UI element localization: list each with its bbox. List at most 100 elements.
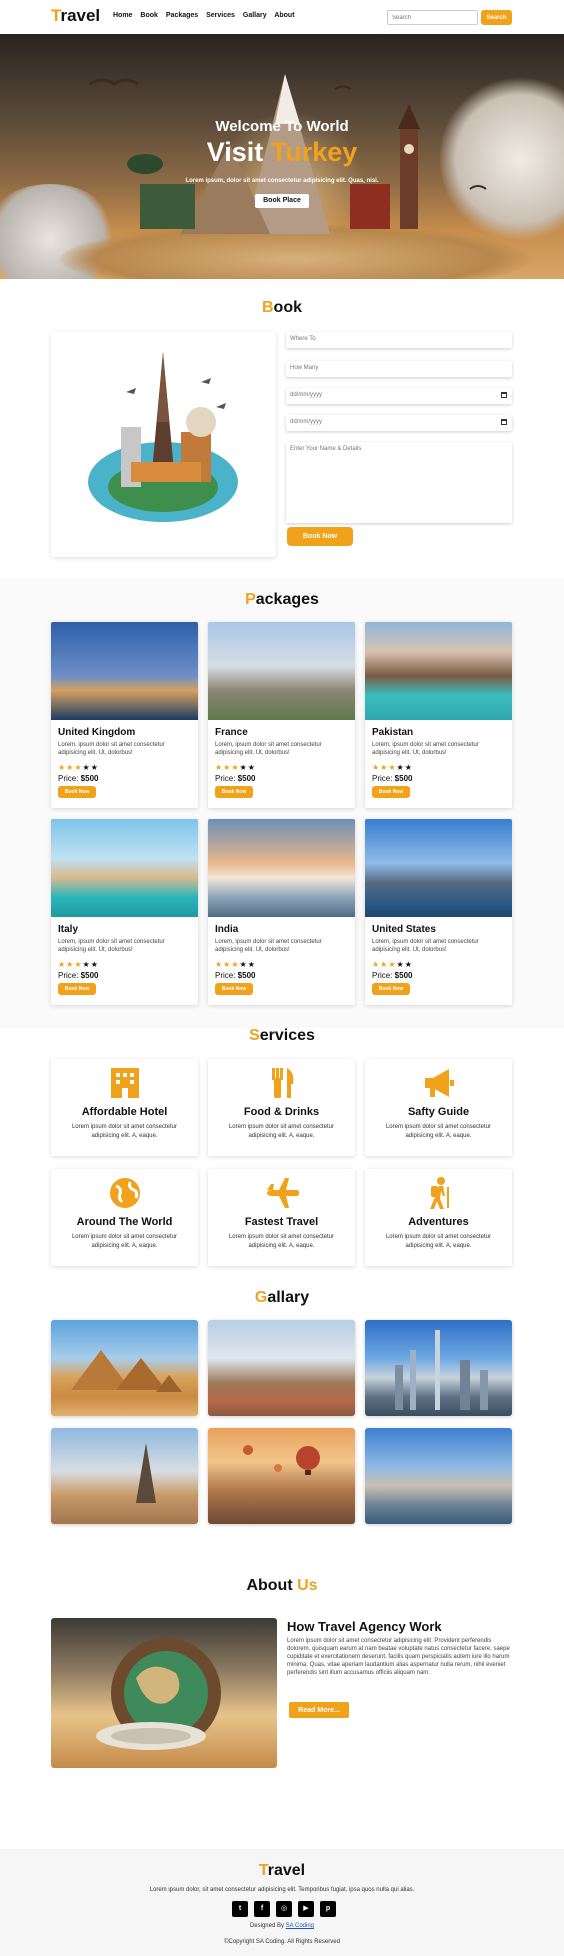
package-price: Price: $500: [58, 774, 99, 783]
book-illustration: [51, 332, 276, 557]
package-price: Price: $500: [215, 971, 256, 980]
about-heading: How Travel Agency Work: [287, 1619, 442, 1634]
package-card-italy: Italy Lorem, ipsum dolor sit amet consec…: [51, 819, 198, 1005]
service-description: Lorem ipsum dolor sit amet consectetur a…: [228, 1234, 335, 1249]
gallery-image-pyramids[interactable]: [51, 1320, 198, 1416]
pinterest-icon[interactable]: p: [320, 1901, 336, 1917]
youtube-icon[interactable]: ▶: [298, 1901, 314, 1917]
package-description: Lorem, ipsum dolor sit amet consectetur …: [58, 742, 165, 756]
star-rating: ★★★★★: [58, 763, 99, 772]
book-place-button[interactable]: Book Place: [255, 194, 309, 208]
leaving-date-field[interactable]: dd/mm/yyyy: [286, 415, 512, 431]
nav-link-about[interactable]: About: [274, 12, 294, 19]
calendar-icon[interactable]: [501, 419, 507, 425]
service-card-affordable-hotel: Affordable Hotel Lorem ipsum dolor sit a…: [51, 1059, 198, 1156]
gallery-section-title: Gallary: [254, 1289, 310, 1306]
globe-icon: [110, 1178, 140, 1208]
package-price: Price: $500: [58, 971, 99, 980]
service-card-safty-guide: Safty Guide Lorem ipsum dolor sit amet c…: [365, 1059, 512, 1156]
star-rating: ★★★★★: [372, 763, 413, 772]
service-title: Affordable Hotel: [81, 1106, 168, 1118]
package-card-united-states: United States Lorem, ipsum dolor sit ame…: [365, 819, 512, 1005]
details-textarea[interactable]: Enter Your Name & Details: [286, 442, 512, 523]
calendar-icon[interactable]: [501, 392, 507, 398]
nav-link-home[interactable]: Home: [113, 12, 132, 19]
package-title: United Kingdom: [58, 727, 136, 738]
about-paragraph: Lorem ipsum dolor sit amet consectetur a…: [287, 1638, 510, 1676]
gallery-image-city-bird[interactable]: [208, 1320, 355, 1416]
package-image: [365, 819, 512, 917]
package-book-button[interactable]: Book Now: [215, 983, 253, 995]
hiker-icon: [430, 1177, 449, 1209]
service-title: Food & Drinks: [243, 1106, 320, 1118]
logo[interactable]: Travel: [51, 6, 100, 26]
service-title: Around The World: [76, 1216, 173, 1228]
package-description: Lorem, ipsum dolor sit amet consectetur …: [215, 939, 322, 953]
package-card-france: France Lorem, ipsum dolor sit amet conse…: [208, 622, 355, 808]
package-title: India: [215, 924, 239, 935]
read-more-button[interactable]: Read More...: [289, 1702, 349, 1718]
designer-link[interactable]: SA Coding: [286, 1923, 314, 1929]
service-card-food-drinks: Food & Drinks Lorem ipsum dolor sit amet…: [208, 1059, 355, 1156]
package-image: [208, 622, 355, 720]
book-now-button[interactable]: Book Now: [287, 527, 353, 546]
service-description: Lorem ipsum dolor sit amet consectetur a…: [385, 1124, 492, 1139]
package-book-button[interactable]: Book Now: [58, 786, 96, 798]
twitter-icon[interactable]: t: [232, 1901, 248, 1917]
hero-description: Lorem ipsum, dolor sit amet consectetur …: [185, 178, 379, 184]
package-book-button[interactable]: Book Now: [215, 786, 253, 798]
search-input[interactable]: [387, 10, 478, 25]
package-description: Lorem, ipsum dolor sit amet consectetur …: [58, 939, 165, 953]
package-card-united-kingdom: United Kingdom Lorem, ipsum dolor sit am…: [51, 622, 198, 808]
services-section-title: Services: [249, 1027, 315, 1044]
package-price: Price: $500: [372, 774, 413, 783]
service-title: Safty Guide: [407, 1106, 470, 1118]
social-links: t f ◎ ▶ p: [232, 1901, 336, 1917]
where-to-field[interactable]: Where To: [286, 332, 512, 348]
nav-link-book[interactable]: Book: [140, 12, 158, 19]
search-button[interactable]: Search: [481, 10, 512, 25]
package-card-pakistan: Pakistan Lorem, ipsum dolor sit amet con…: [365, 622, 512, 808]
package-book-button[interactable]: Book Now: [372, 983, 410, 995]
nav-link-services[interactable]: Services: [206, 12, 235, 19]
service-title: Adventures: [408, 1216, 469, 1228]
service-card-fastest-travel: Fastest Travel Lorem ipsum dolor sit ame…: [208, 1169, 355, 1266]
nav-link-gallary[interactable]: Gallary: [243, 12, 267, 19]
package-description: Lorem, ipsum dolor sit amet consectetur …: [372, 939, 479, 953]
footer-logo: Travel: [258, 1862, 306, 1879]
star-rating: ★★★★★: [58, 960, 99, 969]
arrival-date-field[interactable]: dd/mm/yyyy: [286, 388, 512, 404]
package-title: United States: [372, 924, 436, 935]
nav-link-packages[interactable]: Packages: [166, 12, 198, 19]
instagram-icon[interactable]: ◎: [276, 1901, 292, 1917]
gallery-image-istanbul[interactable]: [365, 1428, 512, 1524]
service-card-adventures: Adventures Lorem ipsum dolor sit amet co…: [365, 1169, 512, 1266]
package-price: Price: $500: [372, 971, 413, 980]
gallery-image-skyline[interactable]: [365, 1320, 512, 1416]
star-rating: ★★★★★: [215, 960, 256, 969]
gallery-image-balloons[interactable]: [208, 1428, 355, 1524]
service-title: Fastest Travel: [244, 1216, 319, 1228]
package-title: France: [215, 727, 248, 738]
package-book-button[interactable]: Book Now: [58, 983, 96, 995]
navbar: Travel Home Book Packages Services Galla…: [0, 0, 564, 34]
footer-description: Lorem ipsum dolor, sit amet consectetur …: [149, 1887, 415, 1893]
package-image: [51, 819, 198, 917]
facebook-icon[interactable]: f: [254, 1901, 270, 1917]
hero-subtitle: Welcome To World: [215, 118, 349, 135]
package-image: [208, 819, 355, 917]
utensils-icon: [272, 1068, 294, 1098]
package-book-button[interactable]: Book Now: [372, 786, 410, 798]
packages-section-title: Packages: [245, 591, 319, 608]
package-card-india: India Lorem, ipsum dolor sit amet consec…: [208, 819, 355, 1005]
hotel-icon: [111, 1068, 139, 1098]
service-description: Lorem ipsum dolor sit amet consectetur a…: [385, 1234, 492, 1249]
service-description: Lorem ipsum dolor sit amet consectetur a…: [228, 1124, 335, 1139]
service-description: Lorem ipsum dolor sit amet consectetur a…: [71, 1234, 178, 1249]
nav-menu: Home Book Packages Services Gallary Abou…: [113, 12, 301, 19]
megaphone-icon: [425, 1069, 454, 1097]
how-many-field[interactable]: How Many: [286, 361, 512, 377]
gallery-image-paris[interactable]: [51, 1428, 198, 1524]
package-title: Italy: [58, 924, 79, 935]
package-description: Lorem, ipsum dolor sit amet consectetur …: [215, 742, 322, 756]
